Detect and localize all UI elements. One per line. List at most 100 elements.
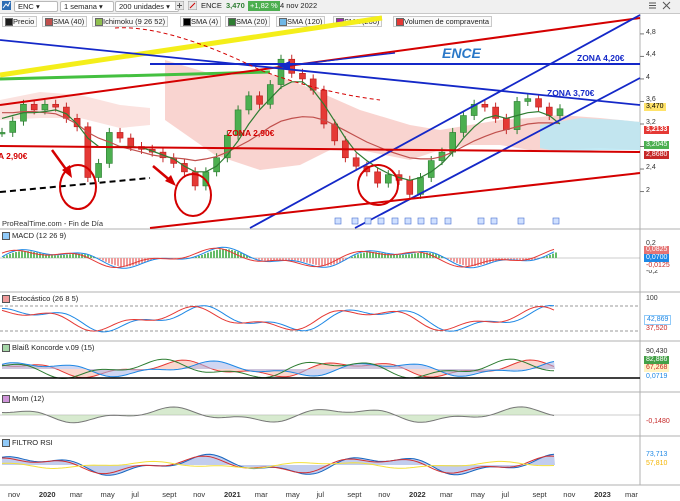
- x-tick-label: mar: [625, 490, 638, 499]
- black-dashed-line: [0, 177, 151, 193]
- dividend-marker-icon: [377, 217, 385, 225]
- macd-histogram-bar: [399, 255, 401, 258]
- price-candle: [30, 103, 38, 111]
- macd-histogram-bar: [480, 258, 482, 265]
- macd-histogram-bar: [450, 258, 452, 261]
- x-tick-label: mar: [439, 490, 453, 499]
- macd-histogram-bar: [6, 255, 8, 258]
- price-candle: [427, 160, 435, 178]
- dividend-marker-icon: [417, 217, 425, 225]
- macd-histogram-bar: [9, 253, 11, 258]
- macd-histogram-bar: [393, 254, 395, 258]
- macd-histogram-bar: [204, 253, 206, 258]
- macd-histogram-bar: [300, 258, 302, 262]
- macd-histogram-bar: [294, 258, 296, 261]
- macd-histogram-bar: [222, 249, 224, 258]
- macd-tag: -0,0125: [644, 262, 672, 270]
- macd-histogram-bar: [216, 249, 218, 258]
- momentum-title-text: Mom (12): [12, 394, 45, 403]
- macd-histogram-bar: [51, 255, 53, 258]
- price-candle: [256, 95, 263, 105]
- macd-histogram-bar: [72, 253, 74, 258]
- price-candle: [0, 132, 6, 135]
- x-tick-label: 2023: [594, 490, 611, 499]
- macd-histogram-bar: [417, 253, 419, 258]
- x-tick-label: jul: [131, 490, 139, 499]
- price-candle: [481, 103, 489, 108]
- macd-histogram-bar: [459, 258, 461, 265]
- macd-histogram-bar: [411, 253, 413, 258]
- y-tick-label: 2: [646, 186, 650, 194]
- panel-icon: [2, 295, 10, 304]
- x-tick-label: may: [100, 490, 115, 499]
- zone-370-label: ZONA 3,70€: [547, 88, 595, 98]
- x-tick-label: jul: [316, 490, 325, 499]
- price-candle: [524, 98, 532, 102]
- price-candle: [352, 157, 360, 167]
- stochastic-title[interactable]: Estocástico (26 8 5): [2, 294, 78, 304]
- rsi-title[interactable]: FILTRO RSI: [2, 438, 53, 448]
- stochastic-tag: 42,869: [644, 315, 672, 325]
- macd-histogram-bar: [24, 251, 26, 258]
- macd-histogram-bar: [453, 258, 455, 262]
- x-tick-label: 2022: [409, 490, 426, 499]
- x-tick-label: nov: [193, 490, 206, 499]
- macd-histogram-bar: [195, 256, 197, 258]
- macd-histogram-bar: [201, 254, 203, 258]
- price-candle: [52, 103, 59, 108]
- price-candle: [535, 98, 542, 108]
- macd-histogram-bar: [297, 258, 299, 261]
- macd-histogram-bar: [66, 254, 68, 258]
- price-chart[interactable]: ENCE ZONA 4,20€ ZONA 3,70€ ZONA 2,90€ ZO…: [0, 0, 680, 501]
- macd-histogram-bar: [21, 251, 23, 258]
- momentum-tag: -0,1480: [644, 418, 672, 426]
- macd-histogram-bar: [396, 254, 398, 258]
- price-tag-sma20: 3,2045: [644, 141, 670, 149]
- macd-histogram-bar: [54, 255, 56, 258]
- price-candle: [127, 137, 135, 147]
- stochastic-tick: 100: [646, 295, 658, 302]
- dividend-marker-icon: [477, 217, 485, 225]
- x-tick-label: 2020: [38, 490, 56, 499]
- price-candle: [503, 118, 510, 130]
- price-candle: [116, 132, 124, 139]
- x-tick-label: 2021: [223, 490, 241, 499]
- macd-histogram-bar: [285, 258, 287, 261]
- stochastic-panel: [0, 304, 640, 333]
- panel-icon: [2, 439, 10, 448]
- rsi-tag: 57,810: [644, 460, 670, 468]
- data-source-label: ProRealTime.com - Fin de Día: [2, 219, 104, 228]
- x-tick-label: sept: [532, 490, 547, 499]
- macd-histogram-bar: [462, 258, 464, 266]
- momentum-title[interactable]: Mom (12): [2, 394, 45, 404]
- price-candle: [41, 103, 49, 111]
- macd-title[interactable]: MACD (12 26 9): [2, 231, 66, 241]
- koncorde-title[interactable]: Blaiß Koncorde v.09 (15): [2, 343, 95, 353]
- rsi-tag: 73,713: [644, 451, 670, 459]
- macd-histogram-bar: [519, 258, 521, 261]
- x-tick-label: jul: [501, 490, 510, 499]
- y-tick-label: 2,4: [646, 164, 656, 172]
- macd-histogram-bar: [120, 258, 122, 267]
- y-tick-label: 3,2: [646, 118, 656, 126]
- macd-histogram-bar: [108, 258, 110, 264]
- x-tick-label: mar: [69, 490, 83, 499]
- dividend-marker-icon: [444, 217, 452, 225]
- price-candle: [95, 163, 102, 178]
- price-candle: [245, 95, 253, 111]
- price-candle: [299, 73, 306, 80]
- koncorde-title-text: Blaiß Koncorde v.09 (15): [12, 343, 95, 352]
- dividend-marker-icon: [364, 217, 372, 225]
- price-candle: [460, 115, 467, 133]
- macd-histogram-bar: [360, 253, 362, 258]
- macd-histogram-bar: [207, 252, 209, 258]
- rsi-panel: [1, 453, 555, 476]
- macd-tag: 0,0825: [644, 246, 670, 254]
- macd-histogram-bar: [132, 258, 134, 266]
- macd-histogram-bar: [555, 252, 557, 258]
- macd-histogram-bar: [354, 255, 356, 258]
- dividend-markers: [334, 217, 560, 225]
- macd-histogram-bar: [261, 258, 263, 261]
- blue-arrow-icon: [278, 52, 396, 70]
- macd-histogram-bar: [18, 251, 20, 258]
